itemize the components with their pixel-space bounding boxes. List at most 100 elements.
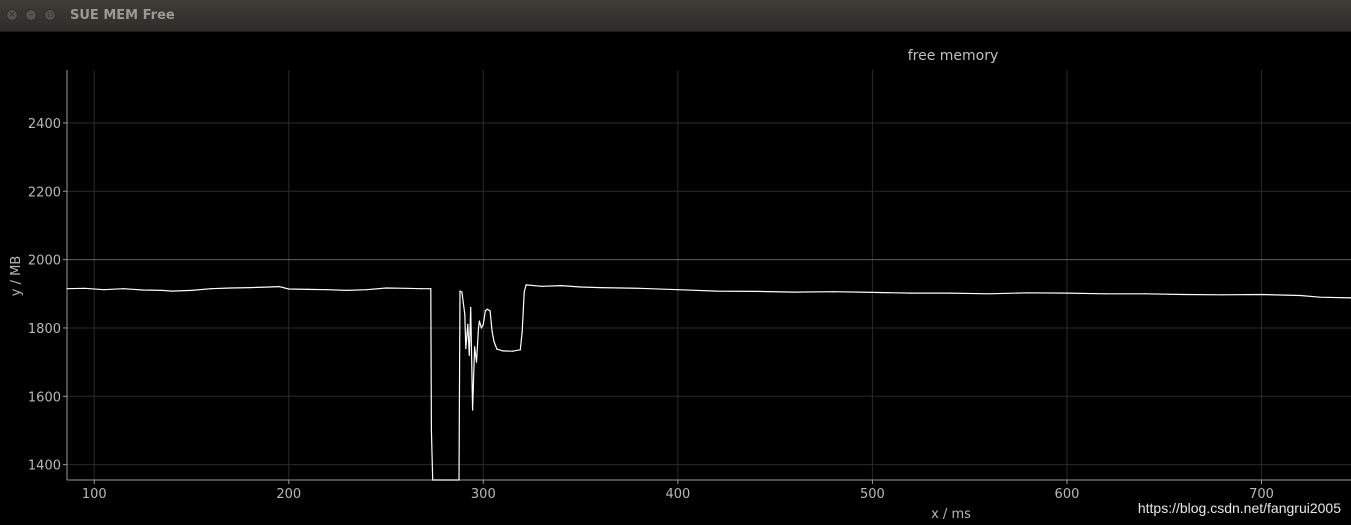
data-point (525, 284, 527, 286)
window-titlebar[interactable]: × – ▫ SUE MEM Free (0, 0, 1351, 32)
data-point (1144, 293, 1146, 295)
data-point (465, 347, 467, 350)
data-point (404, 287, 407, 289)
data-point (486, 308, 488, 310)
data-point (519, 349, 521, 351)
data-point (268, 286, 270, 288)
data-point (1105, 293, 1107, 295)
data-point (472, 409, 474, 411)
data-point (190, 289, 193, 291)
data-point (1299, 294, 1301, 297)
y-tick-label: 2400 (28, 117, 61, 132)
data-point (755, 290, 757, 292)
data-point (523, 291, 525, 293)
y-tick-label: 2200 (28, 185, 61, 200)
data-point (385, 287, 387, 289)
data-point (278, 286, 280, 288)
data-point (288, 288, 290, 290)
data-point (171, 290, 173, 292)
series-line (66, 284, 1351, 481)
data-point (477, 327, 480, 329)
data-point (493, 341, 495, 343)
data-point (489, 310, 491, 312)
data-point (1319, 296, 1321, 298)
data-point (307, 288, 309, 290)
data-point (521, 330, 523, 332)
line-chart: free memory x / ms y / MB 100 200 300 400 50… (9, 48, 1351, 522)
window-title: SUE MEM Free (70, 8, 175, 23)
data-point (949, 292, 951, 294)
data-point (502, 350, 504, 352)
x-tick-label: 500 (860, 487, 885, 502)
y-axis-label: y / MB (9, 256, 24, 296)
text-layer: free memory x / ms y / MB 100 200 300 400 50… (9, 48, 1274, 522)
data-point (346, 289, 348, 291)
x-tick-label: 200 (276, 487, 301, 502)
data-point (103, 289, 105, 291)
data-point (1183, 293, 1185, 296)
data-point (491, 330, 493, 332)
data-point (459, 290, 461, 292)
data-point (560, 285, 562, 287)
data-point (122, 288, 124, 290)
data-point (638, 287, 640, 289)
data-point (66, 288, 68, 290)
minimize-icon[interactable]: – (25, 9, 37, 21)
data-point (210, 288, 212, 290)
data-point (468, 354, 470, 356)
axes (63, 70, 1351, 484)
x-tick-label: 300 (471, 487, 496, 502)
data-point (83, 287, 86, 289)
data-point (599, 287, 601, 289)
data-point (430, 288, 432, 290)
data-point (794, 291, 796, 293)
data-point (161, 289, 163, 291)
data-point (988, 293, 990, 295)
data-point (478, 320, 480, 322)
data-point (482, 323, 484, 326)
data-point (480, 327, 482, 329)
maximize-icon[interactable]: ▫ (44, 9, 56, 21)
y-tick-label: 1600 (28, 390, 61, 405)
x-tick-label: 100 (82, 487, 107, 502)
data-point (484, 310, 486, 312)
data-point (464, 313, 466, 315)
data-point (475, 361, 478, 363)
data-point (1222, 294, 1224, 296)
data-point (470, 306, 472, 309)
data-point (249, 287, 251, 289)
data-point (366, 289, 368, 291)
plot-area: free memory x / ms y / MB 100 200 300 400 50… (0, 32, 1351, 525)
data-point (496, 348, 498, 350)
data-point (580, 286, 582, 288)
data-point (458, 479, 460, 481)
data-point (327, 289, 329, 291)
watermark-text: https://blog.csdn.net/fangrui2005 (1137, 500, 1341, 516)
data-point (871, 291, 874, 293)
x-tick-label: 400 (665, 487, 690, 502)
data-point (832, 291, 835, 293)
data-point (420, 288, 422, 290)
data-point (1066, 292, 1068, 294)
data-point (430, 429, 432, 432)
data-point (142, 289, 144, 291)
data-point (1027, 292, 1029, 294)
grid-lines (67, 70, 1351, 480)
series-layer (66, 284, 1351, 481)
data-point (461, 291, 463, 293)
data-point (910, 292, 912, 294)
x-axis-label: x / ms (931, 507, 971, 522)
data-point (1260, 293, 1263, 296)
data-point (432, 479, 434, 481)
close-icon[interactable]: × (6, 9, 18, 21)
data-point (474, 346, 476, 348)
chart-title: free memory (908, 48, 999, 64)
data-point (467, 323, 469, 326)
data-point (541, 285, 543, 287)
x-tick-label: 600 (1055, 487, 1080, 502)
data-point (716, 290, 718, 292)
data-point (677, 289, 679, 291)
y-tick-label: 1400 (28, 459, 61, 474)
y-tick-label: 1800 (28, 322, 61, 337)
y-tick-label: 2000 (28, 254, 61, 269)
